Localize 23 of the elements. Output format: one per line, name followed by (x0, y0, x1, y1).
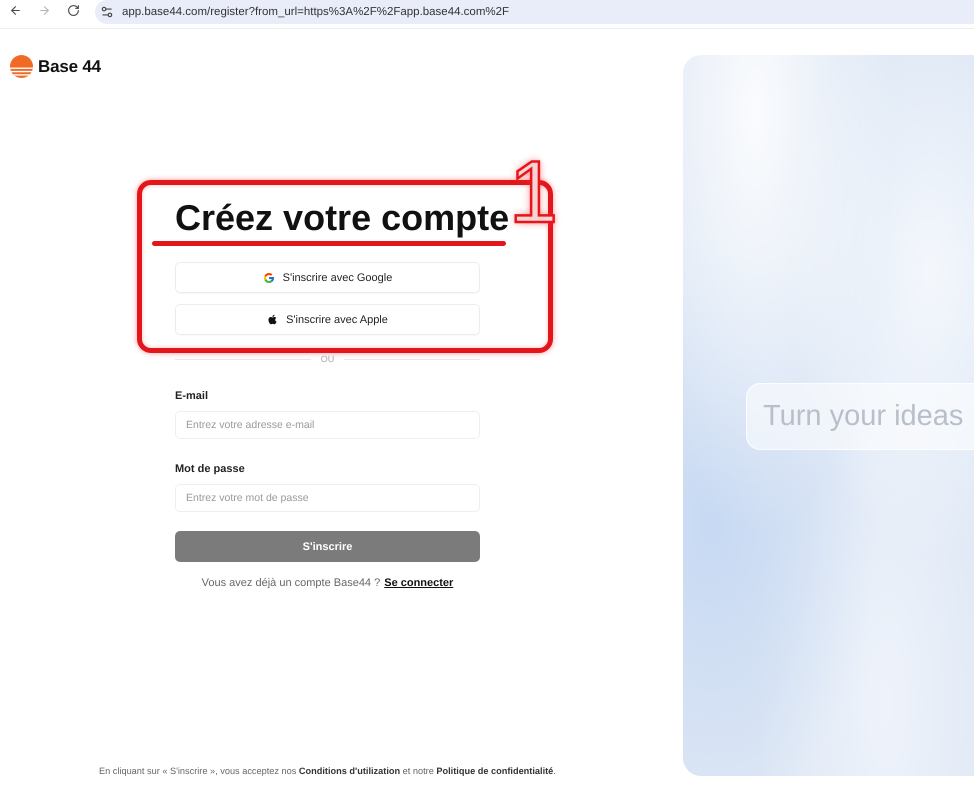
field-label: Mot de passe (175, 462, 246, 477)
social-signup-button[interactable]: S'inscrire avec Google (175, 262, 480, 293)
terms-link[interactable]: Conditions d'utilization (298, 766, 400, 776)
logo-text: Base 44 (38, 56, 101, 76)
prompt-text: Turn your ideas (763, 400, 964, 433)
input-field[interactable]: Entrez votre adresse e-mail (175, 411, 480, 439)
privacy-link[interactable]: Politique de confidentialité (436, 766, 554, 776)
apple-icon (267, 314, 278, 325)
login-prompt: Vous avez déjà un compte Base44 ? (202, 577, 380, 589)
g-logo-icon (262, 272, 275, 284)
logo-icon (10, 55, 33, 78)
legal-notice: En cliquant sur « S'inscrire », vous acceptez nos Conditions d'utilization et notre Politique de confidentialité. (99, 765, 556, 778)
login-link[interactable]: Se connecter (384, 577, 454, 589)
reload-icon[interactable] (67, 4, 80, 17)
page-title: Créez votre compte (175, 196, 510, 240)
site-settings-icon[interactable] (100, 5, 114, 19)
input-field[interactable]: Entrez votre mot de passe (175, 484, 480, 512)
url-text: app.base44.com/register?from_url=https%3A%2F%2Fapp.base44.com%2F (122, 6, 510, 18)
back-icon[interactable] (9, 4, 22, 17)
social-signup-button[interactable]: S'inscrire avec Apple (175, 304, 480, 335)
address-bar[interactable]: app.base44.com/register?from_url=https%3A%2F%2Fapp.base44.com%2F (95, 0, 974, 24)
field-label: E-mail (175, 389, 210, 404)
separator-text: OU (320, 354, 334, 364)
